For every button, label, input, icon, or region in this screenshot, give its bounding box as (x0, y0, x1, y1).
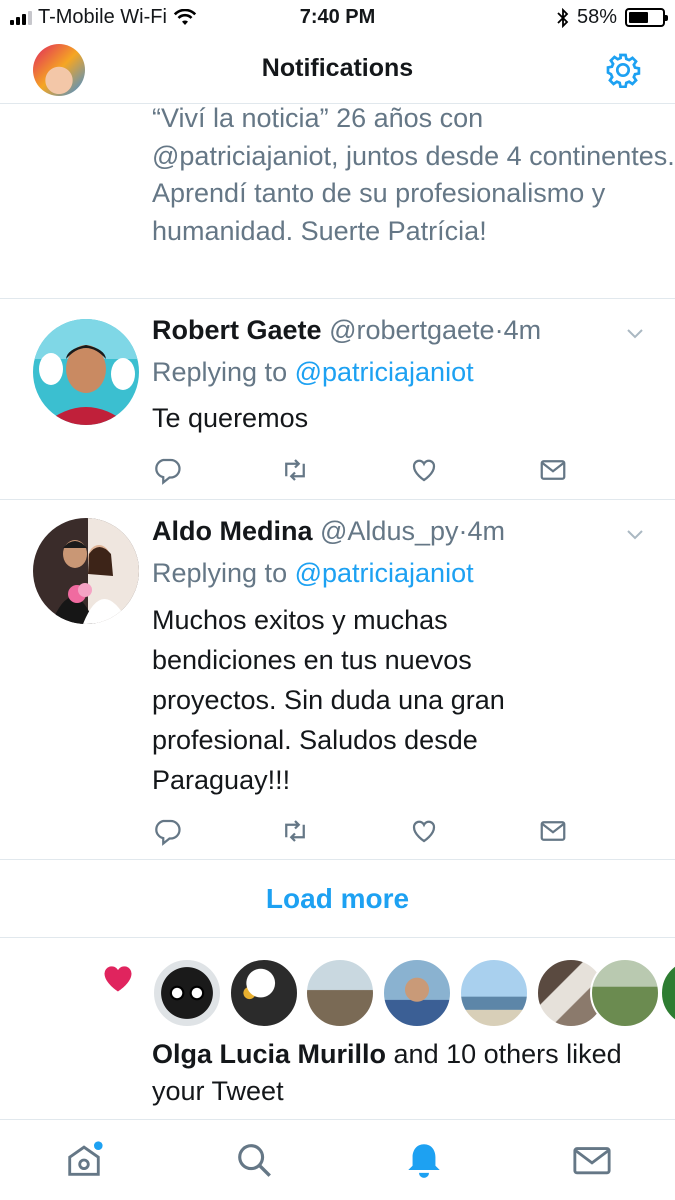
reply-icon[interactable] (152, 816, 182, 846)
retweet-icon[interactable] (280, 816, 310, 846)
gear-icon[interactable] (605, 52, 641, 88)
battery-percent: 58% (576, 6, 617, 28)
replying-to-line: Replying to @patriciajaniot (152, 558, 474, 589)
notifications-icon[interactable] (404, 1140, 444, 1180)
battery-icon (625, 8, 668, 27)
status-bar: T-Mobile Wi-Fi 7:40 PM 58% (0, 0, 675, 36)
like-notification-text: Olga Lucia Murillo and 10 others liked y… (152, 1036, 652, 1110)
timestamp: 4m (503, 315, 542, 345)
reply-icon[interactable] (152, 455, 182, 485)
direct-message-icon[interactable] (538, 816, 568, 846)
separator-dot: · (494, 315, 504, 345)
tweet-actions (152, 816, 582, 846)
replying-to-label: Replying to (152, 357, 295, 387)
user-name[interactable]: Robert Gaete (152, 315, 322, 345)
like-icon[interactable] (409, 816, 439, 846)
load-more-button[interactable]: Load more (0, 860, 675, 938)
partial-tweet-text: “Viví la noticia” 26 años con @patriciaj… (152, 103, 675, 246)
tweet-text: Muchos exitos y muchas bendiciones en tu… (152, 605, 505, 795)
nav-header: Notifications (0, 36, 675, 104)
timestamp: 4m (467, 516, 506, 546)
mention-link[interactable]: @patriciajaniot (295, 357, 474, 387)
liker-avatar[interactable] (382, 958, 452, 1028)
liker-avatar[interactable] (152, 958, 222, 1028)
retweet-icon[interactable] (280, 455, 310, 485)
tweet-text: Te queremos (152, 403, 309, 433)
direct-message-icon[interactable] (538, 455, 568, 485)
tweet-header: Robert Gaete @robertgaete·4m (152, 315, 541, 346)
like-notification[interactable]: Olga Lucia Murillo and 10 others liked y… (0, 938, 675, 1120)
like-icon[interactable] (409, 455, 439, 485)
replying-to-line: Replying to @patriciajaniot (152, 357, 474, 388)
liker-avatar[interactable] (590, 958, 660, 1028)
chevron-down-icon[interactable] (625, 323, 645, 343)
user-handle[interactable]: @Aldus_py (320, 516, 458, 546)
tab-bar (0, 1120, 675, 1200)
separator-dot: · (458, 516, 468, 546)
tweet-actions (152, 455, 582, 485)
bluetooth-icon (557, 7, 569, 28)
tweet-header: Aldo Medina @Aldus_py·4m (152, 516, 505, 547)
user-handle[interactable]: @robertgaete (329, 315, 495, 345)
user-name[interactable]: Aldo Medina (152, 516, 313, 546)
messages-icon[interactable] (572, 1140, 612, 1180)
liker-avatar[interactable] (459, 958, 529, 1028)
user-avatar[interactable] (33, 319, 139, 425)
heart-icon (104, 966, 132, 992)
chevron-down-icon[interactable] (625, 524, 645, 544)
replying-to-label: Replying to (152, 558, 295, 588)
battery-group: 58% (557, 6, 668, 29)
tweet-reply[interactable]: Robert Gaete @robertgaete·4m Replying to… (0, 299, 675, 500)
liker-avatar[interactable] (305, 958, 375, 1028)
home-icon[interactable] (64, 1140, 104, 1180)
liker-name[interactable]: Olga Lucia Murillo (152, 1039, 386, 1069)
liker-avatar[interactable] (660, 958, 675, 1028)
tweet-reply[interactable]: Aldo Medina @Aldus_py·4m Replying to @pa… (0, 500, 675, 860)
user-avatar[interactable] (33, 518, 139, 624)
search-icon[interactable] (234, 1140, 274, 1180)
liker-avatar[interactable] (229, 958, 299, 1028)
partial-tweet[interactable]: “Viví la noticia” 26 años con @patriciaj… (0, 103, 675, 299)
liker-avatars (152, 958, 675, 1028)
mention-link[interactable]: @patriciajaniot (295, 558, 474, 588)
page-title: Notifications (261, 54, 414, 82)
